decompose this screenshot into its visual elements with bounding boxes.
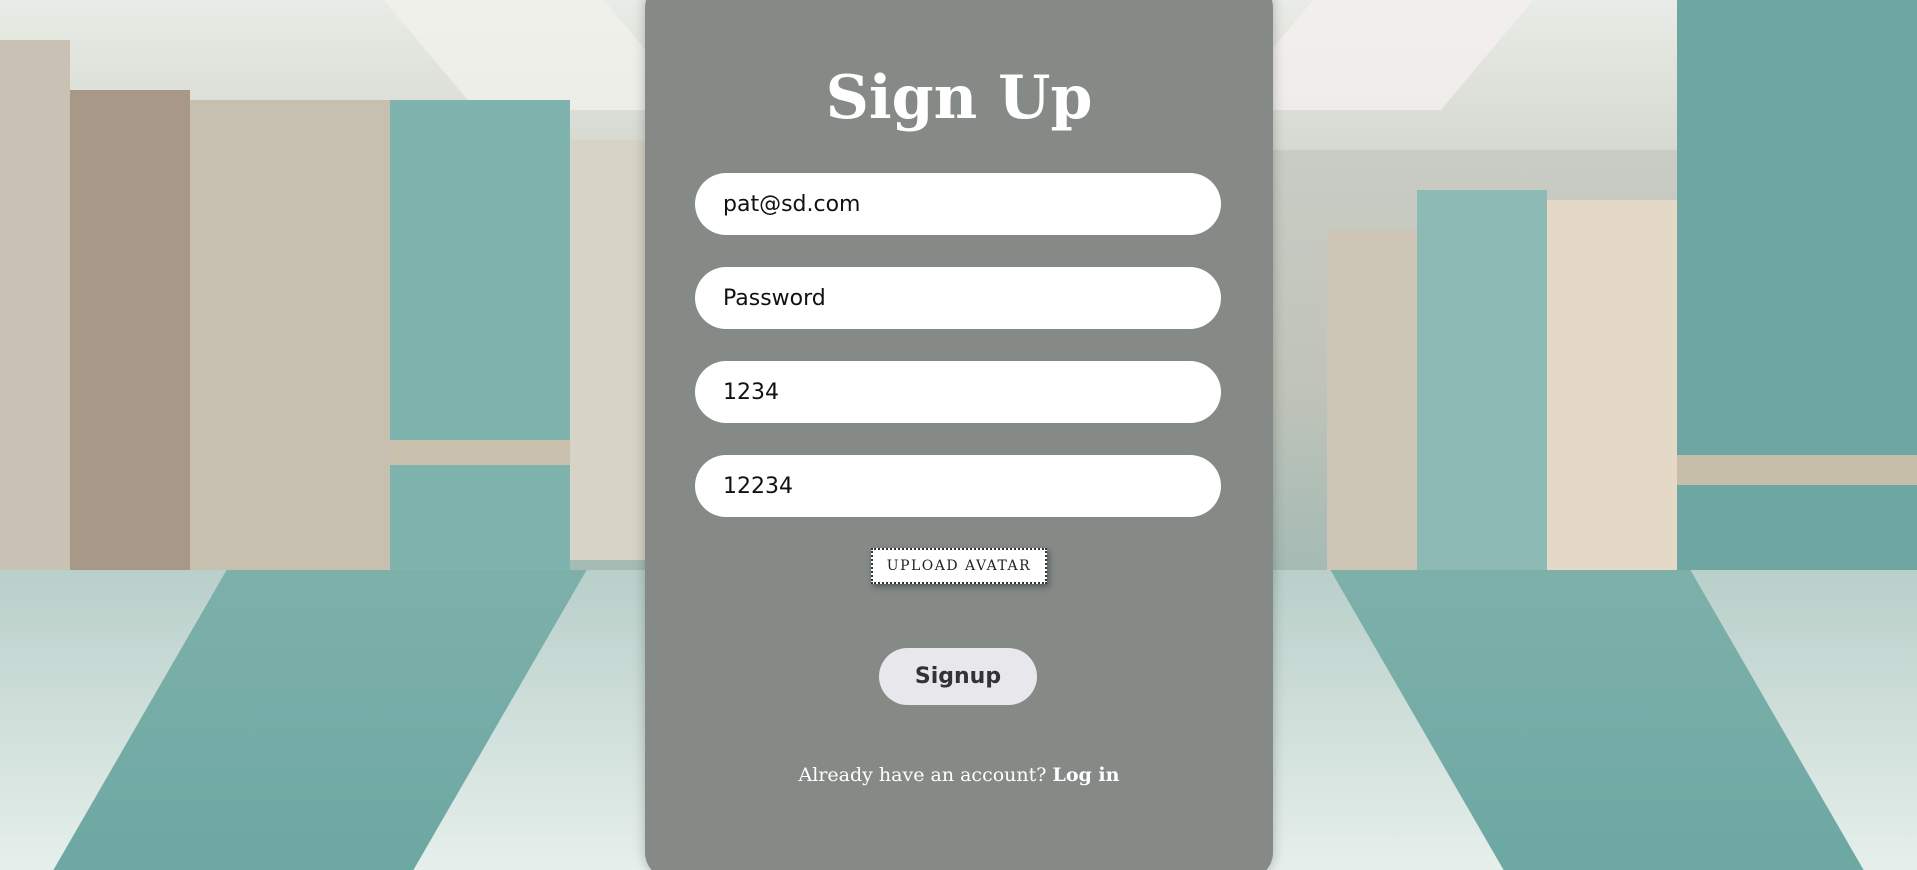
password-field[interactable] bbox=[695, 267, 1221, 329]
page-title: Sign Up bbox=[825, 63, 1093, 133]
email-field[interactable] bbox=[695, 173, 1221, 235]
upload-avatar-button[interactable]: UPLOAD AVATAR bbox=[871, 548, 1047, 584]
login-prompt: Already have an account? Log in bbox=[645, 764, 1273, 786]
login-prompt-text: Already have an account? bbox=[798, 764, 1047, 786]
field-3[interactable] bbox=[695, 361, 1221, 423]
signup-panel: Sign Up UPLOAD AVATAR Signup Already hav… bbox=[645, 0, 1273, 870]
field-4[interactable] bbox=[695, 455, 1221, 517]
signup-button[interactable]: Signup bbox=[879, 648, 1037, 705]
upload-avatar-label: UPLOAD AVATAR bbox=[886, 558, 1032, 574]
login-link[interactable]: Log in bbox=[1053, 764, 1120, 786]
